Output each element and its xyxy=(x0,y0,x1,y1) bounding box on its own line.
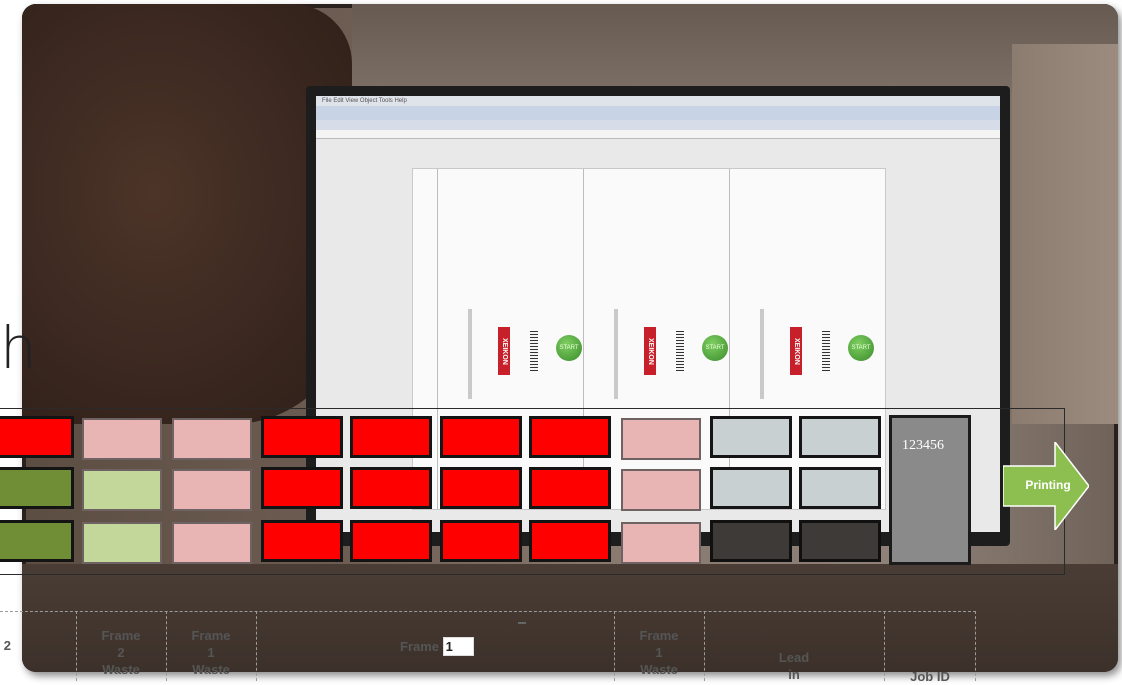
wall-background xyxy=(352,4,1118,94)
table-divider xyxy=(76,611,77,681)
printing-label: Printing xyxy=(1025,478,1071,492)
frame-cell xyxy=(529,520,611,562)
frame-cell xyxy=(261,416,343,458)
frame-cell xyxy=(529,467,611,509)
app-toolbar-secondary[interactable] xyxy=(316,120,1000,130)
label-text xyxy=(468,309,472,399)
app-toolbar[interactable] xyxy=(316,106,1000,120)
start-badge-icon: START xyxy=(848,335,874,361)
waste-cell xyxy=(621,418,701,460)
column-header: Job ID xyxy=(910,669,950,684)
table-divider xyxy=(884,611,885,681)
lead-in-cell xyxy=(799,416,881,458)
waste-cell xyxy=(82,418,162,460)
waste-cell xyxy=(172,418,252,460)
brand-logo: XEIKON xyxy=(790,327,802,375)
waste-cell xyxy=(172,522,252,564)
barcode xyxy=(530,331,538,371)
lead-in-cell xyxy=(799,520,881,562)
frame-cell xyxy=(440,467,522,509)
job-id-value: 123456 xyxy=(902,438,944,453)
lead-in-cell xyxy=(710,416,792,458)
table-divider xyxy=(704,611,705,681)
table-divider xyxy=(256,611,257,681)
table-divider xyxy=(975,611,976,681)
lead-in-cell xyxy=(710,467,792,509)
frame-cell xyxy=(350,520,432,562)
start-badge-icon: START xyxy=(702,335,728,361)
frame-cell xyxy=(0,520,74,562)
column-header: e 2 xyxy=(0,638,12,653)
lead-in-cell xyxy=(710,520,792,562)
frame-cell xyxy=(0,416,74,458)
label-text xyxy=(760,309,764,399)
dash-mark xyxy=(518,622,526,624)
brand-logo: XEIKON xyxy=(644,327,656,375)
waste-cell xyxy=(82,469,162,511)
job-id-box: 123456 xyxy=(889,415,971,565)
column-header: Frame 1 Waste xyxy=(639,628,679,677)
frame-cell xyxy=(261,520,343,562)
start-badge-icon: START xyxy=(556,335,582,361)
ruler xyxy=(316,130,1000,139)
brand-logo: XEIKON xyxy=(498,327,510,375)
column-header: Frame 2 Waste xyxy=(101,628,141,677)
table-border xyxy=(0,611,976,612)
person-silhouette xyxy=(22,4,352,424)
frame-cell xyxy=(350,467,432,509)
label-text xyxy=(614,309,618,399)
wall-right xyxy=(1012,44,1118,424)
partial-heading-glyph: h xyxy=(0,314,37,382)
frame-cell xyxy=(440,416,522,458)
frame-cell xyxy=(350,416,432,458)
lead-in-cell xyxy=(799,467,881,509)
waste-cell xyxy=(82,522,162,564)
frame-cell xyxy=(261,467,343,509)
frame-cell xyxy=(0,467,74,509)
frame-label: Frame xyxy=(400,639,440,654)
waste-cell xyxy=(621,522,701,564)
table-divider xyxy=(166,611,167,681)
waste-cell xyxy=(172,469,252,511)
waste-cell xyxy=(621,469,701,511)
legend-table: e 2 Frame 2 Waste Frame 1 Waste Frame 1 … xyxy=(0,611,976,684)
column-header: Lead in xyxy=(778,650,810,682)
app-menubar[interactable]: File Edit View Object Tools Help xyxy=(316,96,1000,106)
frame-number-field[interactable]: 1 xyxy=(442,637,474,656)
column-header: Frame 1 xyxy=(400,637,510,656)
frame-cell xyxy=(529,416,611,458)
barcode xyxy=(822,331,830,371)
barcode xyxy=(676,331,684,371)
frame-cell xyxy=(440,520,522,562)
table-divider xyxy=(614,611,615,681)
column-header: Frame 1 Waste xyxy=(191,628,231,677)
